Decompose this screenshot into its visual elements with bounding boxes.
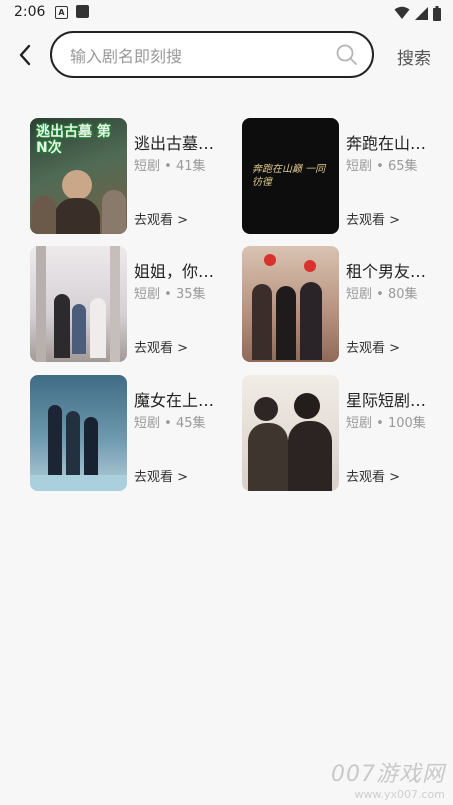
drama-episodes: 65集 [387,159,418,174]
drama-episodes: 41集 [175,159,206,174]
search-input[interactable] [68,42,332,70]
battery-icon [433,5,441,21]
watermark-main: 007游戏网 [331,762,445,787]
drama-episodes: 35集 [175,287,206,302]
poster-title-text: 奔跑在山巅 一同彷徨 [252,164,326,188]
drama-title: 姐姐，你… [134,262,215,281]
watch-link[interactable]: 去观看 > [134,337,188,356]
drama-meta: 短剧 • 100集 [346,416,426,431]
drama-meta: 短剧 • 41集 [134,159,206,174]
drama-title: 租个男友… [346,262,427,281]
drama-meta: 短剧 • 80集 [346,287,418,302]
back-button[interactable] [10,40,40,70]
search-button[interactable]: 搜索 [397,44,431,69]
drama-card[interactable]: 星际短剧… 短剧 • 100集 去观看 > [242,375,442,492]
drama-poster[interactable]: 逃出古墓 第N次 [30,118,127,234]
search-box[interactable] [50,31,374,78]
search-icon[interactable] [335,43,359,67]
watch-link[interactable]: 去观看 > [346,337,400,356]
poster-title-text: 逃出古墓 第N次 [36,124,111,156]
drama-card[interactable]: 魔女在上… 短剧 • 45集 去观看 > [30,375,230,492]
drama-card[interactable]: 奔跑在山巅 一同彷徨 奔跑在山… 短剧 • 65集 去观看 > [242,118,442,235]
drama-poster[interactable] [242,246,339,362]
drama-meta: 短剧 • 35集 [134,287,206,302]
drama-title: 魔女在上… [134,391,215,410]
drama-genre: 短剧 [134,416,161,431]
drama-genre: 短剧 [134,287,161,302]
drama-episodes: 100集 [387,416,426,431]
drama-genre: 短剧 [346,416,373,431]
drama-title: 奔跑在山… [346,134,427,153]
drama-card[interactable]: 姐姐，你… 短剧 • 35集 去观看 > [30,246,230,363]
signal-icon [415,6,428,20]
drama-genre: 短剧 [346,159,373,174]
drama-poster[interactable]: 奔跑在山巅 一同彷徨 [242,118,339,234]
notification-square-icon [76,5,89,18]
drama-card[interactable]: 租个男友… 短剧 • 80集 去观看 > [242,246,442,363]
wifi-icon [394,6,410,19]
drama-meta: 短剧 • 45集 [134,416,206,431]
drama-episodes: 45集 [175,416,206,431]
status-bar: 2:06 A [0,0,453,26]
drama-poster[interactable] [30,246,127,362]
drama-poster[interactable] [30,375,127,491]
drama-title: 星际短剧… [346,391,427,410]
drama-poster[interactable] [242,375,339,491]
watch-link[interactable]: 去观看 > [346,466,400,485]
watch-link[interactable]: 去观看 > [134,209,188,228]
drama-card[interactable]: 逃出古墓 第N次 逃出古墓… 短剧 • 41集 去观看 > [30,118,230,235]
search-header: 搜索 [0,26,453,88]
watch-link[interactable]: 去观看 > [134,466,188,485]
status-time: 2:06 [14,4,46,20]
watch-link[interactable]: 去观看 > [346,209,400,228]
drama-title: 逃出古墓… [134,134,215,153]
drama-episodes: 80集 [387,287,418,302]
watermark-url: www.yx007.com [354,788,445,801]
drama-meta: 短剧 • 65集 [346,159,418,174]
chevron-left-icon [19,44,31,66]
notification-a-icon: A [55,6,68,19]
status-icons [394,5,441,21]
drama-genre: 短剧 [134,159,161,174]
drama-genre: 短剧 [346,287,373,302]
site-watermark: 007游戏网 www.yx007.com [331,756,445,801]
